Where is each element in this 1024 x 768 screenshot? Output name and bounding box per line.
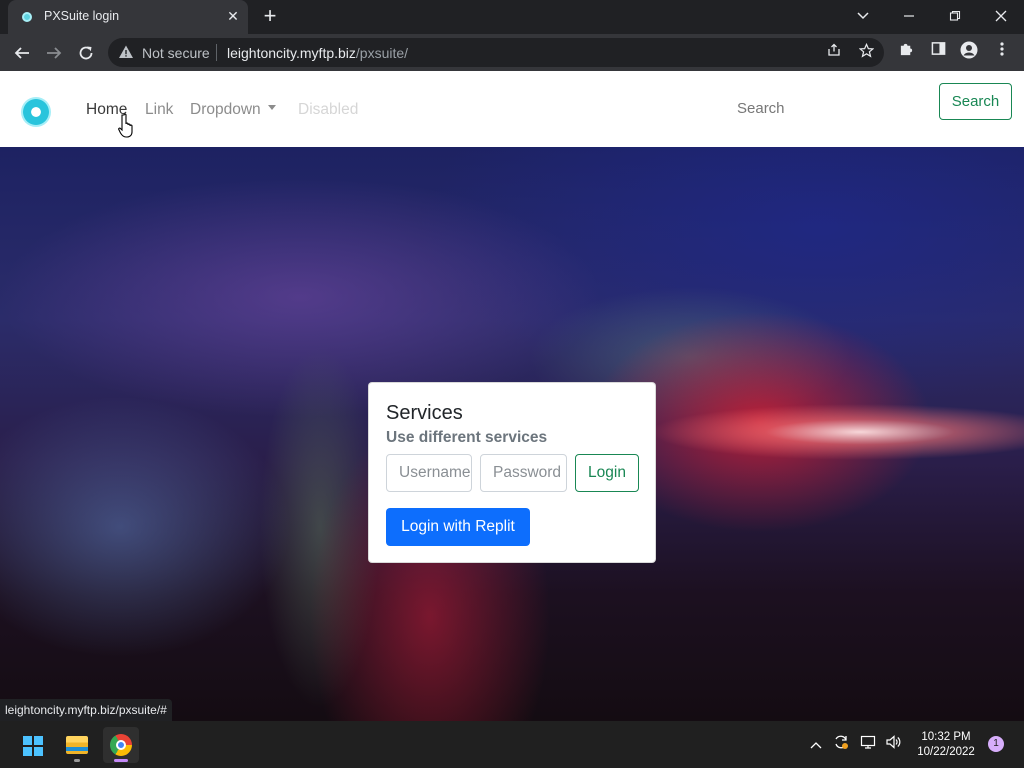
services-card: Services Use different services Login Lo… (368, 382, 656, 563)
clock-time: 10:32 PM (921, 731, 971, 743)
file-explorer-button[interactable] (59, 727, 95, 763)
browser-toolbar: Not secure leightoncity.myftp.biz/pxsuit… (0, 34, 1024, 71)
chrome-taskbar-button[interactable] (103, 727, 139, 763)
windows-logo-icon (23, 736, 43, 756)
omnibox-divider (216, 44, 217, 61)
share-icon[interactable] (824, 43, 844, 63)
caret-down-icon (267, 105, 276, 111)
notification-badge[interactable]: 1 (988, 736, 1004, 752)
card-subtitle: Use different services (386, 429, 548, 446)
tab-title: PXSuite login (44, 9, 120, 23)
url-text[interactable]: leightoncity.myftp.biz/pxsuite/ (227, 45, 408, 61)
login-with-replit-button[interactable]: Login with Replit (386, 508, 530, 546)
brand-logo[interactable] (21, 97, 51, 127)
start-button[interactable] (14, 727, 50, 763)
extensions-puzzle-icon[interactable] (895, 41, 917, 63)
folder-strip (66, 747, 88, 751)
tab-search-icon[interactable] (849, 4, 877, 28)
web-page: Home Link Dropdown Disabled Search Servi… (0, 71, 1024, 721)
clock-date: 10/22/2022 (917, 746, 975, 758)
site-favicon-icon (22, 12, 32, 22)
minimize-button[interactable] (895, 4, 923, 28)
url-path: /pxsuite/ (355, 45, 409, 61)
search-input[interactable] (728, 89, 926, 127)
login-button[interactable]: Login (575, 454, 639, 492)
side-panel-icon[interactable] (927, 41, 949, 63)
blurred-background-image: Services Use different services Login Lo… (0, 147, 1024, 721)
volume-icon[interactable] (883, 734, 903, 754)
hand-pointer-cursor-icon (118, 113, 133, 138)
url-host: leightoncity.myftp.biz (227, 45, 356, 61)
running-indicator (74, 759, 80, 762)
nav-link-link[interactable]: Link (145, 101, 173, 119)
address-bar[interactable]: Not secure leightoncity.myftp.biz/pxsuit… (108, 38, 884, 67)
windows-taskbar: 10:32 PM 10/22/2022 1 (0, 721, 1024, 768)
folder-icon (66, 736, 88, 754)
bookmark-star-icon[interactable] (856, 42, 876, 63)
close-tab-icon[interactable]: ✕ (224, 7, 242, 25)
search-button[interactable]: Search (939, 83, 1012, 120)
nav-dropdown-label: Dropdown (190, 101, 261, 118)
browser-tab[interactable]: PXSuite login ✕ (8, 0, 248, 34)
sync-icon[interactable] (831, 734, 851, 754)
card-title: Services (386, 402, 463, 424)
chrome-icon (110, 734, 132, 756)
kebab-menu-icon[interactable] (991, 41, 1013, 63)
back-arrow-icon[interactable] (9, 40, 35, 66)
restore-button[interactable] (941, 4, 969, 28)
profile-avatar-icon[interactable] (958, 41, 980, 63)
link-status-bar: leightoncity.myftp.biz/pxsuite/# (0, 699, 172, 721)
system-clock[interactable]: 10:32 PM 10/22/2022 (904, 730, 988, 760)
username-input[interactable] (386, 454, 472, 492)
nav-dropdown-toggle[interactable]: Dropdown (190, 101, 276, 119)
browser-tab-bar: PXSuite login ✕ + (0, 0, 1024, 34)
forward-arrow-icon[interactable] (41, 40, 67, 66)
new-tab-button[interactable]: + (258, 5, 282, 29)
password-input[interactable] (480, 454, 567, 492)
chevron-up-icon[interactable] (806, 734, 826, 754)
security-status[interactable]: Not secure (142, 45, 210, 61)
nav-link-disabled: Disabled (298, 101, 359, 118)
network-display-icon[interactable] (858, 734, 878, 754)
reload-icon[interactable] (73, 40, 99, 66)
active-indicator (114, 759, 128, 762)
site-navbar: Home Link Dropdown Disabled Search (0, 71, 1024, 147)
close-window-button[interactable] (987, 4, 1015, 28)
warning-icon[interactable] (118, 44, 134, 60)
